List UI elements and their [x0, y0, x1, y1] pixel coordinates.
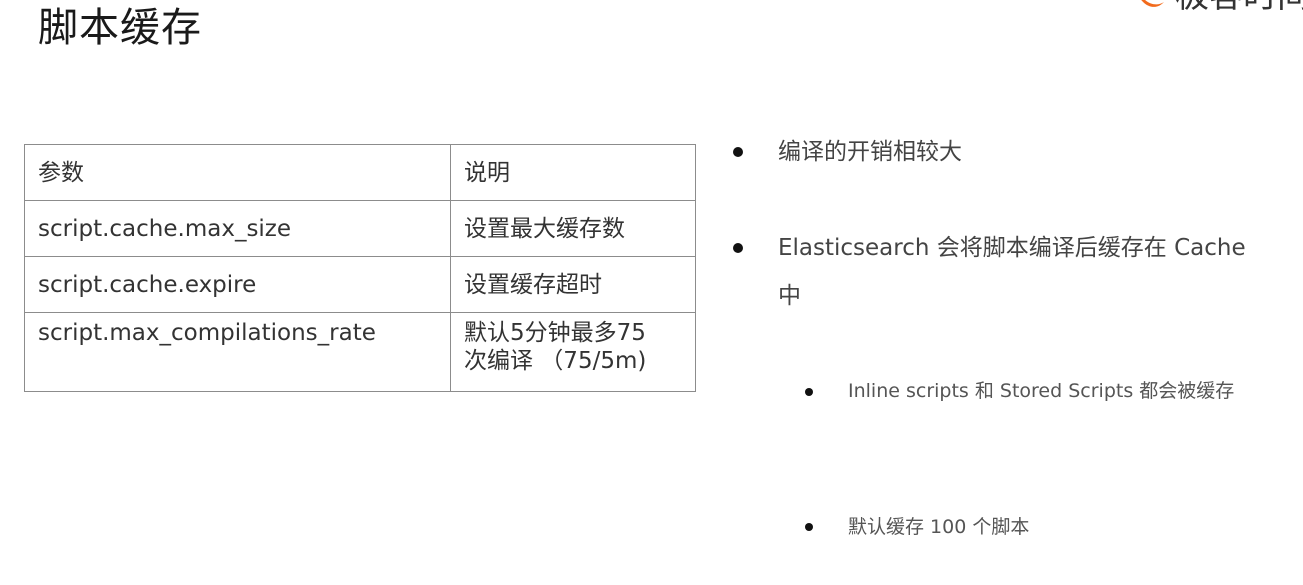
- logo-text: 极客时间: [1175, 0, 1303, 16]
- bullet-item: Elasticsearch 会将脚本编译后缓存在 Cache 中: [778, 235, 1246, 309]
- param-description: 默认5分钟最多75 次编译 （75/5m): [450, 312, 696, 392]
- bullet-dot-icon: [733, 243, 743, 253]
- sub-bullet-item: 默认缓存 100 个脚本: [848, 516, 1030, 538]
- header-param: 参数: [24, 144, 451, 201]
- table-row: script.cache.max_size 设置最大缓存数: [24, 200, 696, 257]
- table-row: script.cache.expire 设置缓存超时: [24, 256, 696, 313]
- param-name: script.cache.expire: [24, 256, 451, 313]
- table-row: script.max_compilations_rate 默认5分钟最多75 次…: [24, 312, 696, 392]
- bullet-dot-icon: [733, 147, 743, 157]
- parameter-table: 参数 说明 script.cache.max_size 设置最大缓存数 scri…: [24, 144, 696, 392]
- param-name: script.max_compilations_rate: [24, 312, 451, 392]
- geektime-logo-icon: [1141, 0, 1164, 7]
- sub-bullet-dot-icon: [805, 523, 813, 531]
- bullet-item: 编译的开销相较大: [778, 139, 962, 165]
- param-description: 设置缓存超时: [450, 256, 696, 313]
- table-header-row: 参数 说明: [24, 144, 696, 201]
- description-line: 默认5分钟最多75: [464, 320, 646, 346]
- brand-logo: 极客时间: [1063, 0, 1303, 16]
- description-line: 次编译 （75/5m): [464, 348, 647, 374]
- slide-title: 脚本缓存: [38, 5, 202, 51]
- sub-bullet-item: Inline scripts 和 Stored Scripts 都会被缓存: [848, 380, 1235, 402]
- header-description: 说明: [450, 144, 696, 201]
- param-name: script.cache.max_size: [24, 200, 451, 257]
- param-description: 设置最大缓存数: [450, 200, 696, 257]
- sub-bullet-dot-icon: [805, 388, 813, 396]
